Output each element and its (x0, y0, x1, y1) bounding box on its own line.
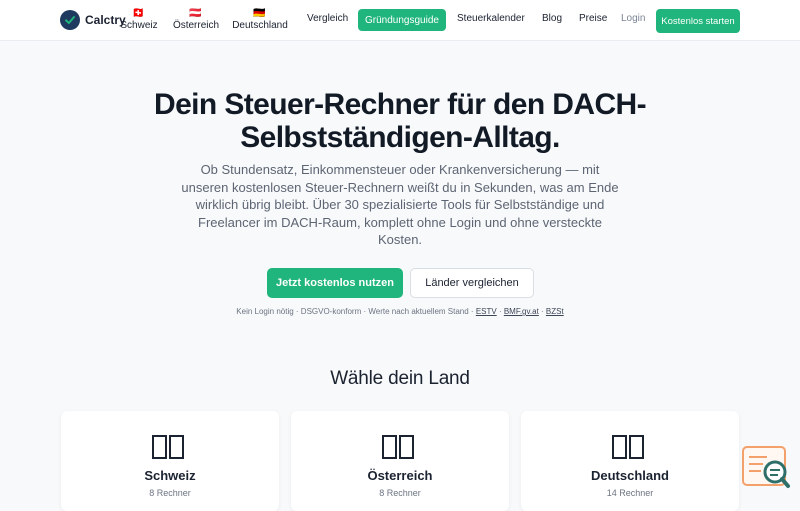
hero-title: Dein Steuer-Rechner für den DACH-Selbsts… (154, 88, 647, 154)
country-card-count: 8 Rechner (149, 488, 191, 498)
trust-line: Kein Login nötig · DSGVO-konform · Werte… (150, 307, 650, 316)
source-link-bzst[interactable]: BZSt (546, 307, 564, 316)
start-free-button[interactable]: Jetzt kostenlos nutzen (267, 268, 403, 298)
search-document-icon (742, 446, 790, 488)
country-card-count: 8 Rechner (379, 488, 421, 498)
nav-country-schweiz[interactable]: 🇨🇭 Schweiz (120, 8, 158, 32)
top-navbar: Calctry 🇨🇭 Schweiz 🇦🇹 Österreich 🇩🇪 Deut… (0, 0, 800, 41)
country-card-deutschland[interactable]: Deutschland 14 Rechner (521, 411, 739, 511)
country-card-count: 14 Rechner (606, 488, 654, 498)
country-section-title: Wähle dein Land (330, 368, 470, 389)
source-link-bmf[interactable]: BMF.gv.at (504, 307, 539, 316)
austrian-flag-icon: 🇦🇹 (189, 8, 203, 19)
nav-country-label: Deutschland (232, 20, 288, 31)
german-flag-icon: 🇩🇪 (253, 8, 267, 19)
brand-logo[interactable]: Calctry (60, 10, 126, 30)
source-link-estv[interactable]: ESTV (476, 307, 497, 316)
signup-cta-button[interactable]: Kostenlos starten (656, 9, 740, 33)
swiss-flag-icon: 🇨🇭 (132, 8, 146, 19)
country-card-name: Österreich (367, 468, 433, 483)
checkmark-circle-icon (60, 10, 80, 30)
login-link[interactable]: Login (621, 13, 645, 24)
hero-subtitle: Ob Stundensatz, Einkommensteuer oder Kra… (181, 162, 619, 247)
nav-link-gruendungsguide[interactable]: Gründungsguide (358, 9, 446, 31)
nav-country-label: Schweiz (120, 20, 158, 31)
nav-link-preise[interactable]: Preise (579, 13, 607, 24)
nav-country-label: Österreich (172, 20, 220, 31)
nav-link-blog[interactable]: Blog (542, 13, 562, 24)
german-flag-icon (612, 435, 644, 459)
nav-link-steuerkalender[interactable]: Steuerkalender (457, 13, 525, 24)
separator: · (496, 307, 504, 316)
country-card-name: Deutschland (590, 468, 669, 483)
floating-help-widget[interactable] (741, 445, 791, 491)
country-card-oesterreich[interactable]: Österreich 8 Rechner (291, 411, 509, 511)
nav-country-oesterreich[interactable]: 🇦🇹 Österreich (172, 8, 220, 32)
country-card-name: Schweiz (144, 468, 196, 483)
compare-countries-button[interactable]: Länder vergleichen (410, 268, 534, 298)
austrian-flag-icon (382, 435, 414, 459)
trust-text: Kein Login nötig · DSGVO-konform · Werte… (236, 307, 476, 316)
separator: · (538, 307, 546, 316)
country-card-schweiz[interactable]: Schweiz 8 Rechner (61, 411, 279, 511)
nav-country-deutschland[interactable]: 🇩🇪 Deutschland (230, 8, 290, 32)
swiss-flag-icon (152, 435, 184, 459)
nav-link-vergleich[interactable]: Vergleich (307, 13, 348, 24)
